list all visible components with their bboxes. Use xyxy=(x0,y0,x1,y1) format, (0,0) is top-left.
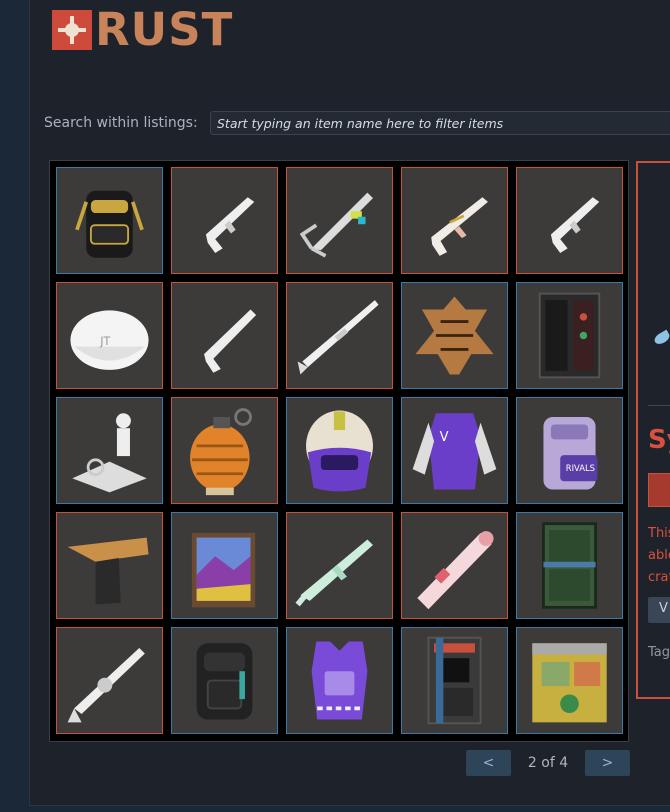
white-cap-icon: JT xyxy=(70,310,149,370)
item-cell[interactable] xyxy=(286,282,393,389)
item-cell[interactable] xyxy=(171,512,278,619)
view-button[interactable]: V xyxy=(648,597,670,623)
arcade-vending-machine-icon xyxy=(427,636,482,725)
purple-backpack-icon: RIVALS xyxy=(543,417,598,490)
white-crafting-station-icon xyxy=(72,413,147,493)
white-ak-folding-stock-icon xyxy=(299,192,373,258)
white-ak-rifle-icon xyxy=(205,197,255,254)
item-cell[interactable] xyxy=(286,397,393,504)
purple-chest-armor-icon xyxy=(311,641,368,720)
pink-rocket-launcher-icon xyxy=(417,531,494,610)
item-cell[interactable] xyxy=(516,282,623,389)
purple-helmet-icon xyxy=(306,410,373,492)
white-thompson-icon xyxy=(67,647,145,723)
page-status: 2 of 4 xyxy=(527,755,569,771)
pagination: < 2 of 4 > xyxy=(466,750,630,776)
search-input[interactable] xyxy=(210,111,670,135)
svg-text:JT: JT xyxy=(99,335,110,348)
desc-line: able xyxy=(648,548,670,563)
recycler-box-icon xyxy=(532,643,607,723)
purple-varsity-jacket-icon: V xyxy=(412,413,497,490)
item-title: Sy xyxy=(648,425,670,455)
item-cell[interactable] xyxy=(56,167,163,274)
white-bolt-rifle-icon xyxy=(297,300,379,375)
item-cell[interactable] xyxy=(516,627,623,734)
item-cell[interactable] xyxy=(516,512,623,619)
item-preview-icon xyxy=(652,329,670,347)
white-ak-gold-accents-icon xyxy=(431,197,488,256)
white-ak-rifle-icon xyxy=(550,197,600,254)
mint-smg-icon xyxy=(295,539,373,607)
dark-backpack-icon xyxy=(196,643,253,720)
svg-text:RIVALS: RIVALS xyxy=(566,463,595,473)
item-grid: JT V RIVALS xyxy=(49,160,629,742)
white-ak-rifle-icon xyxy=(204,309,257,373)
item-cell[interactable]: V xyxy=(401,397,508,504)
logo-text: RUST xyxy=(95,3,234,56)
item-cell[interactable] xyxy=(171,397,278,504)
black-backpack-icon xyxy=(75,190,144,258)
gold-pistol-icon xyxy=(67,537,149,605)
next-page-button[interactable]: > xyxy=(585,750,630,776)
item-cell[interactable] xyxy=(401,627,508,734)
item-cell[interactable] xyxy=(171,167,278,274)
search-label: Search within listings: xyxy=(44,115,198,131)
painting-easel-icon xyxy=(191,532,256,608)
detail-divider xyxy=(648,405,670,406)
item-cell[interactable] xyxy=(56,627,163,734)
prev-page-button[interactable]: < xyxy=(466,750,511,776)
desc-line: craf xyxy=(648,570,670,585)
item-cell[interactable] xyxy=(401,167,508,274)
item-cell[interactable]: RIVALS xyxy=(516,397,623,504)
item-cell[interactable] xyxy=(56,512,163,619)
tiger-rug-icon xyxy=(415,296,494,375)
item-cell[interactable] xyxy=(401,282,508,389)
vending-locker-icon xyxy=(538,292,601,379)
item-cell[interactable] xyxy=(286,627,393,734)
tags-label: Tag xyxy=(648,645,670,660)
green-door-icon xyxy=(542,522,597,609)
item-cell[interactable] xyxy=(286,512,393,619)
item-cell[interactable] xyxy=(171,282,278,389)
item-cell[interactable] xyxy=(171,627,278,734)
item-cell[interactable] xyxy=(286,167,393,274)
item-cell[interactable] xyxy=(401,512,508,619)
rust-game-icon xyxy=(648,473,670,507)
orange-grenade-icon xyxy=(190,408,252,496)
item-cell[interactable] xyxy=(516,167,623,274)
svg-text:V: V xyxy=(440,430,449,445)
rust-logo-icon xyxy=(52,10,92,50)
item-cell[interactable]: JT xyxy=(56,282,163,389)
item-description: This able craf xyxy=(648,523,670,589)
desc-line: This xyxy=(648,526,670,541)
item-cell[interactable] xyxy=(56,397,163,504)
item-detail-panel: Sy This able craf V Tag xyxy=(636,161,670,699)
rust-logo: RUST xyxy=(52,3,234,56)
